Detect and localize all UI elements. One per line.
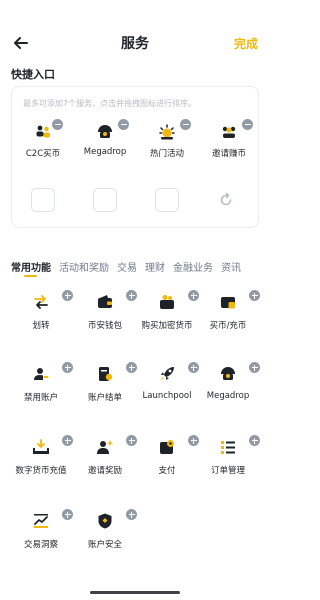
service-buy-crypto[interactable]: 购买加密货币 xyxy=(134,290,200,331)
megadrop-icon xyxy=(98,125,112,138)
empty-slot xyxy=(155,188,179,212)
service-label: 账户结单 xyxy=(87,393,122,403)
service-label: 数字货币充值 xyxy=(15,466,67,476)
tab-activities-rewards[interactable]: 活动和奖励 xyxy=(59,259,109,274)
service-label: Launchpool xyxy=(142,391,192,401)
tab-news[interactable]: 资讯 xyxy=(221,259,241,274)
quick-entry-title: 快捷入口 xyxy=(11,68,55,81)
service-account-security[interactable]: 账户安全 xyxy=(72,509,138,550)
crypto-deposit-icon xyxy=(33,439,49,454)
service-label: 币安钱包 xyxy=(87,321,122,331)
quick-item-label: C2C买币 xyxy=(25,149,61,159)
account-statement-icon xyxy=(99,367,113,381)
service-label: 买币/充币 xyxy=(209,321,247,331)
service-label: 账户安全 xyxy=(87,540,122,550)
transfer-icon xyxy=(34,295,48,309)
hot-activity-icon xyxy=(159,124,175,140)
service-label: 划转 xyxy=(32,321,50,331)
reset-icon[interactable] xyxy=(218,192,234,208)
buy-crypto-icon xyxy=(160,295,174,309)
service-launchpool[interactable]: Launchpool xyxy=(134,362,200,401)
done-button[interactable]: 完成 xyxy=(234,35,258,52)
service-label: 邀请奖励 xyxy=(87,466,122,476)
add-icon[interactable] xyxy=(249,290,260,301)
quick-entry-hint: 最多可添加7个服务，点击并拖拽图标进行排序。 xyxy=(23,99,197,108)
service-disable-account[interactable]: 禁用账户 xyxy=(8,362,74,403)
quick-entry-panel: 最多可添加7个服务，点击并拖拽图标进行排序。 C2C买币 Megadrop 热门… xyxy=(11,86,259,228)
service-megadrop[interactable]: Megadrop xyxy=(195,362,261,401)
category-tabs: 常用功能 活动和奖励 交易 理财 金融业务 资讯 xyxy=(11,256,270,280)
service-label: Megadrop xyxy=(206,391,250,401)
add-icon[interactable] xyxy=(126,509,137,520)
home-indicator xyxy=(90,591,180,594)
quick-item-c2c[interactable]: C2C买币 xyxy=(12,119,74,159)
tab-earn[interactable]: 理财 xyxy=(145,259,165,274)
tab-common[interactable]: 常用功能 xyxy=(11,259,51,277)
service-label: 支付 xyxy=(158,466,176,476)
invite-earn-icon xyxy=(222,126,236,138)
quick-item-label: Megadrop xyxy=(83,147,127,157)
service-buy-deposit[interactable]: 买币/充币 xyxy=(195,290,261,331)
service-referral[interactable]: 邀请奖励 xyxy=(72,435,138,476)
empty-slot xyxy=(93,188,117,212)
remove-icon[interactable] xyxy=(118,119,129,130)
wallet-icon xyxy=(98,295,112,308)
service-account-statement[interactable]: 账户结单 xyxy=(72,362,138,403)
empty-slot xyxy=(31,188,55,212)
tab-finance[interactable]: 金融业务 xyxy=(173,259,213,274)
remove-icon[interactable] xyxy=(52,119,63,130)
buy-deposit-icon xyxy=(221,297,235,309)
tab-trade[interactable]: 交易 xyxy=(117,259,137,274)
account-security-icon xyxy=(98,513,112,529)
service-pay[interactable]: 支付 xyxy=(134,435,200,476)
service-crypto-deposit[interactable]: 数字货币充值 xyxy=(8,435,74,476)
referral-icon xyxy=(97,440,114,454)
add-icon[interactable] xyxy=(249,435,260,446)
service-label: 禁用账户 xyxy=(23,393,58,403)
trade-insight-icon xyxy=(34,514,48,528)
pay-icon xyxy=(160,440,174,454)
service-label: 购买加密货币 xyxy=(141,321,193,331)
add-icon[interactable] xyxy=(249,362,260,373)
quick-item-hot-activity[interactable]: 热门活动 xyxy=(136,119,198,159)
top-bar: 服务 完成 xyxy=(0,30,270,56)
quick-item-megadrop[interactable]: Megadrop xyxy=(74,119,136,157)
service-trade-insight[interactable]: 交易洞察 xyxy=(8,509,74,550)
disable-account-icon xyxy=(34,368,49,380)
quick-item-label: 热门活动 xyxy=(149,149,184,159)
service-order-management[interactable]: 订单管理 xyxy=(195,435,261,476)
service-transfer[interactable]: 划转 xyxy=(8,290,74,331)
launchpool-rocket-icon xyxy=(160,367,174,381)
remove-icon[interactable] xyxy=(242,119,253,130)
quick-item-label: 邀请赚币 xyxy=(211,149,246,159)
remove-icon[interactable] xyxy=(180,119,191,130)
service-wallet[interactable]: 币安钱包 xyxy=(72,290,138,331)
quick-item-invite[interactable]: 邀请赚币 xyxy=(198,119,260,159)
page-title: 服务 xyxy=(121,36,149,52)
service-label: 交易洞察 xyxy=(23,540,58,550)
megadrop-icon xyxy=(221,367,235,380)
service-label: 订单管理 xyxy=(210,466,245,476)
c2c-people-icon xyxy=(36,125,50,138)
order-list-icon xyxy=(221,441,235,454)
